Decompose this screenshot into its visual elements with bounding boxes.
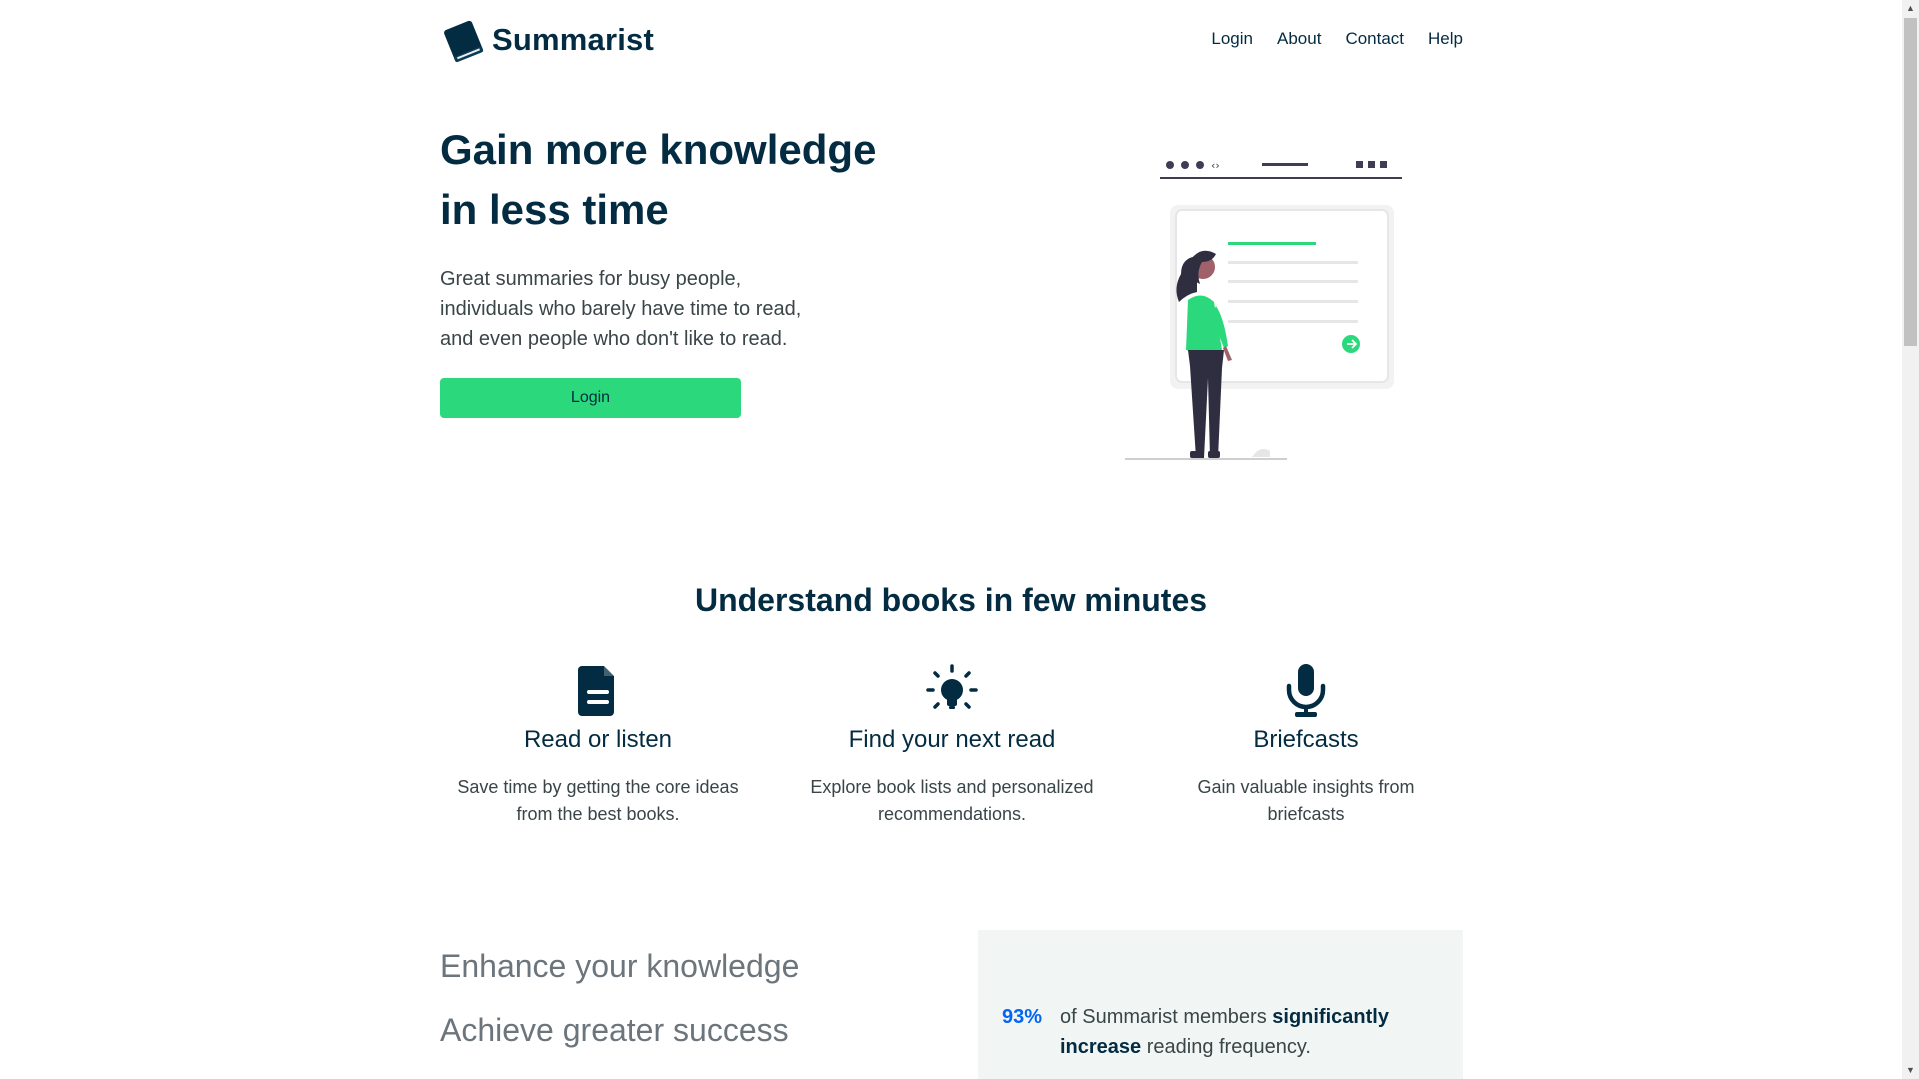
nav-about-link[interactable]: About	[1277, 29, 1321, 49]
stat-row: 93% of Summarist members significantly i…	[1002, 1002, 1442, 1062]
feature-desc: Gain valuable insights from briefcasts	[1197, 777, 1415, 824]
hero-title-line1: Gain more knowledge	[440, 126, 877, 173]
stat-percent: 93%	[1002, 1006, 1043, 1028]
lightbulb-icon	[926, 664, 978, 709]
nav-help-link[interactable]: Help	[1428, 29, 1463, 49]
stat-text-before: of Summarist members	[1060, 1006, 1273, 1028]
hero-title-line2: in less time	[440, 186, 669, 233]
page: Summarist Login About Contact Help Gain …	[0, 0, 1902, 1079]
brand-name: Summarist	[492, 22, 655, 57]
svg-text:‹›: ‹›	[1211, 159, 1220, 172]
stats-heading: Improve your health	[440, 1062, 799, 1079]
scroll-up-arrow-icon[interactable]: ▲	[1902, 0, 1919, 17]
scroll-down-arrow-icon[interactable]: ▼	[1902, 1062, 1919, 1079]
nav-contact-link[interactable]: Contact	[1345, 29, 1404, 49]
nav-links: Login About Contact Help	[1211, 29, 1463, 49]
stats-box: 93% of Summarist members significantly i…	[978, 930, 1463, 1079]
feature-desc: Explore book lists and personalized reco…	[810, 777, 1094, 824]
feature-desc: Save time by getting the core ideas from…	[457, 777, 739, 824]
hero-login-button[interactable]: Login	[440, 378, 741, 418]
stats-heading: Enhance your knowledge	[440, 948, 800, 984]
hero-title: Gain more knowledge in less time	[440, 120, 960, 240]
logo[interactable]: Summarist	[440, 16, 654, 64]
nav-login-link[interactable]: Login	[1211, 29, 1253, 49]
vertical-scrollbar[interactable]: ▲ ▼	[1902, 0, 1919, 1079]
stats-heading: Achieve greater success	[440, 1012, 789, 1048]
stat-text: of Summarist members significantly incre…	[1060, 1002, 1440, 1062]
scrollbar-thumb[interactable]	[1904, 18, 1917, 346]
hero-subtitle: Great summaries for busy people, individ…	[440, 268, 802, 350]
stat-text-after: reading frequency.	[1141, 1036, 1311, 1058]
reading-woman-illustration: ‹›	[1125, 159, 1402, 460]
top-nav: Summarist Login About Contact Help	[0, 0, 1902, 80]
feature-briefcasts: Briefcasts Gain valuable insights from b…	[1156, 662, 1456, 828]
document-icon	[578, 666, 614, 716]
features-title: Understand books in few minutes	[694, 582, 1208, 618]
feature-read-or-listen: Read or listen Save time by getting the …	[448, 662, 748, 828]
book-icon	[444, 20, 484, 63]
feature-title: Read or listen	[523, 726, 673, 753]
feature-title: Find your next read	[848, 726, 1056, 753]
microphone-icon	[1286, 664, 1326, 717]
feature-find-next-read: Find your next read Explore book lists a…	[802, 662, 1102, 828]
stats-headings: Enhance your knowledge Achieve greater s…	[440, 934, 799, 1079]
feature-title: Briefcasts	[1253, 726, 1359, 753]
